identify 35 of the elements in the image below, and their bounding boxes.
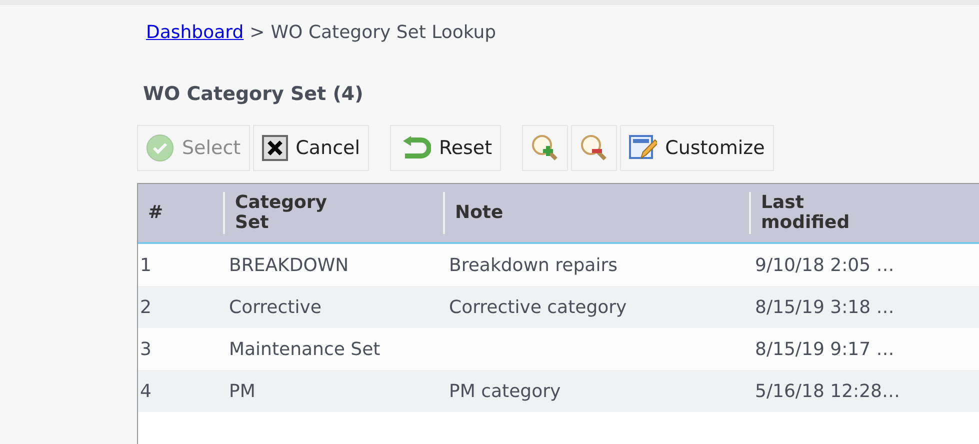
table-cell-text: 4	[139, 380, 152, 402]
check-icon	[146, 134, 174, 162]
zoom-out-button[interactable]	[571, 125, 618, 171]
customize-button[interactable]: Customize	[620, 125, 774, 171]
table-cell-text: PM category	[448, 380, 562, 402]
table-cell-text: PM	[228, 380, 256, 402]
zoom-in-icon	[531, 134, 560, 162]
table-row[interactable]: 4 PM PM category 5/16/18 12:28…	[138, 370, 979, 412]
table-cell-text: 3	[139, 338, 152, 360]
zoom-out-icon	[580, 134, 608, 162]
table-cell-text: Breakdown repairs	[448, 254, 618, 276]
table-cell-text: 2	[139, 296, 152, 318]
column-header[interactable]: Last modified	[749, 192, 891, 234]
zoom-in-button[interactable]	[522, 125, 568, 171]
breadcrumb-separator: >	[250, 22, 265, 42]
table-cell-text: 5/16/18 12:28…	[754, 380, 901, 402]
table-cell-text: 8/15/19 3:18 …	[754, 296, 896, 318]
edit-form-icon	[629, 134, 658, 162]
reset-button[interactable]: Reset	[390, 125, 502, 171]
column-header[interactable]: Note	[443, 192, 585, 234]
table-cell-text: 1	[139, 254, 152, 276]
column-header[interactable]: Category Set	[223, 192, 365, 234]
breadcrumb-current: WO Category Set Lookup	[270, 22, 496, 42]
table-cell-text: Corrective	[228, 296, 322, 318]
table-cell-text: Corrective category	[448, 296, 628, 318]
dashboard-link[interactable]: Dashboard	[146, 22, 244, 42]
close-icon	[262, 135, 288, 161]
table-row[interactable]: 2 Corrective Corrective category 8/15/19 3:18 …	[138, 286, 979, 328]
table-cell-text: BREAKDOWN	[228, 254, 350, 276]
page-title: WO Category Set (4)	[143, 83, 364, 105]
table-cell-text: 8/15/19 9:17 …	[754, 338, 896, 360]
table-cell-text: 9/10/18 2:05 …	[754, 254, 896, 276]
table-cell-text: Maintenance Set	[228, 338, 382, 360]
cancel-button[interactable]: Cancel	[252, 125, 369, 171]
column-header[interactable]: #	[138, 192, 223, 234]
